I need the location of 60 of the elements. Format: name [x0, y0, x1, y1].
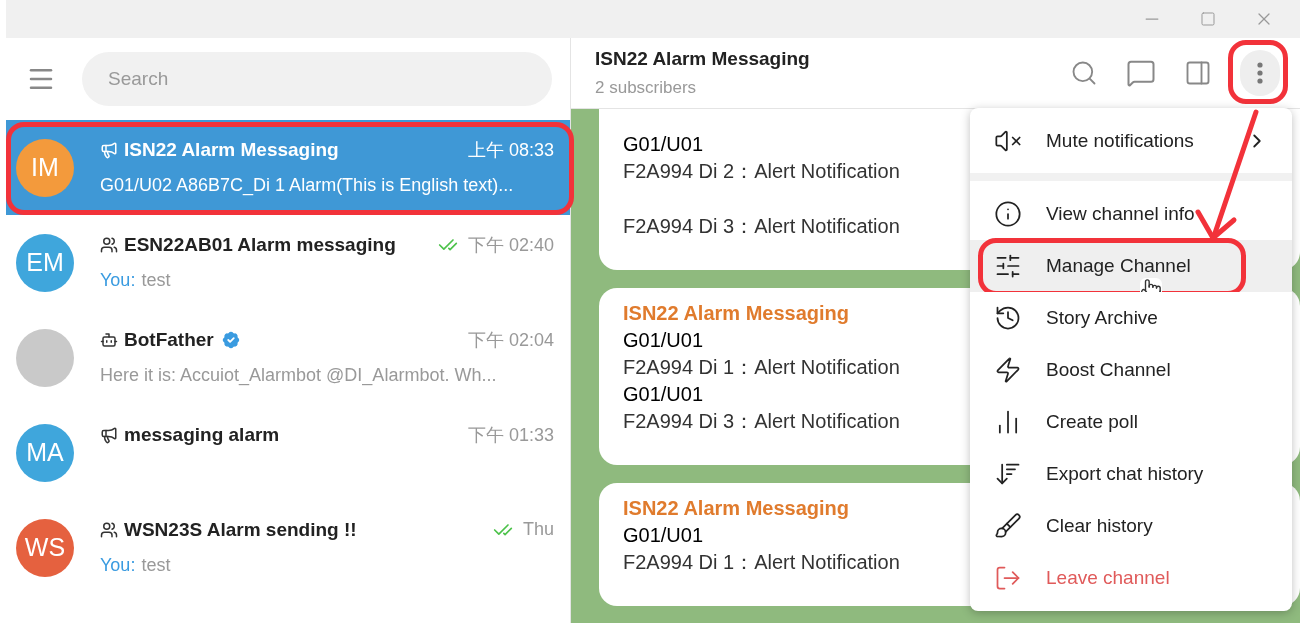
search-icon[interactable]	[1070, 59, 1098, 87]
chat-time: 下午 02:04	[467, 328, 554, 352]
message-line: F2A994 Di 3：Alert Notification	[623, 214, 900, 239]
chat-name: ISN22 Alarm Messaging	[124, 138, 339, 161]
chat-name: BotFather	[124, 328, 214, 351]
info-icon	[994, 200, 1022, 228]
chat-time: 上午 08:33	[467, 138, 554, 162]
sender-label: You:	[100, 270, 136, 291]
menu-item[interactable]: Clear history	[970, 500, 1292, 552]
sender-label: You:	[100, 555, 136, 576]
avatar: EM	[16, 233, 74, 292]
message-line: G01/U01	[623, 132, 704, 157]
message-line: G01/U01	[623, 523, 704, 548]
chat-bubble-icon[interactable]	[1126, 58, 1156, 88]
people-icon	[100, 235, 118, 254]
chat-time: 下午 02:40	[467, 233, 554, 257]
menu-item[interactable]: View channel info	[970, 188, 1292, 240]
message-preview: Here it is: Accuiot_Alarmbot @DI_Alarmbot. Wh...	[100, 365, 497, 386]
message-preview: G01/U02 A86B7C_Di 1 Alarm(This is English text)...	[100, 175, 514, 196]
sliders-icon	[994, 252, 1022, 280]
chat-time: 下午 01:33	[467, 423, 554, 447]
lightning-icon	[994, 356, 1022, 384]
brush-icon	[994, 512, 1022, 540]
side-panel-icon[interactable]	[1184, 59, 1212, 87]
more-button[interactable]	[1240, 50, 1280, 96]
history-icon	[994, 304, 1022, 332]
chat-name: messaging alarm	[124, 423, 280, 446]
people-icon	[100, 520, 118, 539]
message-line: F2A994 Di 2：Alert Notification	[623, 159, 900, 184]
message-line: F2A994 Di 1：Alert Notification	[623, 550, 900, 575]
menu-item[interactable]: Boost Channel	[970, 344, 1292, 396]
subscriber-count: 2 subscribers	[595, 78, 698, 98]
robot-icon	[100, 330, 118, 349]
menu-item[interactable]: Leave channel	[970, 552, 1292, 604]
message-sender: ISN22 Alarm Messaging	[623, 496, 849, 521]
menu-item[interactable]: Export chat history	[970, 448, 1292, 500]
menu-item[interactable]: Create poll	[970, 396, 1292, 448]
message-preview: test	[141, 555, 171, 576]
message-line: G01/U01	[623, 328, 704, 353]
megaphone-icon	[100, 140, 118, 159]
menu-item[interactable]: Mute notifications	[970, 115, 1292, 167]
menu-item[interactable]: Manage Channel	[970, 240, 1292, 292]
avatar: WS	[16, 518, 74, 577]
chat-time: Thu	[522, 519, 554, 540]
search-field[interactable]: Search	[82, 52, 552, 106]
megaphone-icon	[100, 425, 118, 444]
more-icon	[1257, 62, 1263, 84]
message-line: F2A994 Di 3：Alert Notification	[623, 409, 900, 434]
message-line: F2A994 Di 1：Alert Notification	[623, 355, 900, 380]
chat-name: WSN23S Alarm sending !!	[124, 518, 357, 541]
maximize-icon[interactable]	[1200, 11, 1216, 27]
message-preview: test	[141, 270, 171, 291]
logout-icon	[994, 564, 1022, 592]
channel-title: ISN22 Alarm Messaging	[595, 48, 811, 70]
message-line: G01/U01	[623, 382, 704, 407]
avatar: IM	[16, 138, 74, 197]
message-sender: ISN22 Alarm Messaging	[623, 301, 849, 326]
menu-item[interactable]: Story Archive	[970, 292, 1292, 344]
avatar: MA	[16, 423, 74, 482]
chat-name: ESN22AB01 Alarm messaging	[124, 233, 396, 256]
